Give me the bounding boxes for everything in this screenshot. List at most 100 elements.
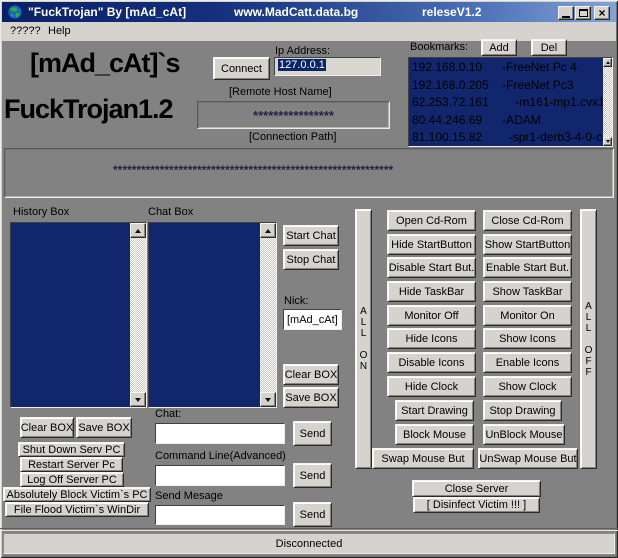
status-text: Disconnected	[276, 538, 343, 550]
hide-icons-button[interactable]: Hide Icons	[387, 328, 476, 349]
ip-address-label: Ip Address:	[275, 45, 330, 57]
disinfect-victim-button[interactable]: [ Disinfect Victim !!! ]	[413, 497, 540, 513]
history-save-box-button[interactable]: Save BOX	[76, 417, 132, 438]
scroll-up-icon[interactable]	[130, 223, 146, 238]
menu-bar: ????? Help	[2, 22, 616, 41]
history-clear-box-button[interactable]: Clear BOX	[20, 417, 74, 438]
ip-address-input[interactable]: 127.0.0.1	[274, 57, 381, 76]
close-cdrom-button[interactable]: Close Cd-Rom	[483, 210, 572, 231]
shutdown-button[interactable]: Shut Down Serv PC	[18, 442, 125, 457]
stop-chat-button[interactable]: Stop Chat	[283, 249, 339, 270]
bookmark-item[interactable]: 80.44.246.69 -ADAM	[412, 112, 612, 130]
maximize-button[interactable]	[575, 6, 591, 20]
show-startbutton-button[interactable]: Show StartButton	[483, 234, 572, 255]
command-send-button[interactable]: Send	[293, 463, 332, 488]
scroll-track[interactable]	[260, 238, 276, 392]
chat-input-label: Chat:	[155, 408, 181, 420]
chat-save-box-button[interactable]: Save BOX	[283, 387, 339, 408]
scroll-down-icon[interactable]	[603, 137, 612, 146]
show-clock-button[interactable]: Show Clock	[483, 376, 572, 397]
history-box-label: History Box	[13, 206, 69, 218]
nick-input[interactable]	[283, 309, 342, 330]
send-message-input[interactable]	[155, 505, 285, 525]
start-drawing-button[interactable]: Start Drawing	[395, 400, 474, 421]
scroll-down-icon[interactable]	[260, 392, 276, 407]
swap-mouse-button[interactable]: Swap Mouse But	[372, 448, 474, 469]
bookmark-add-button[interactable]: Add	[481, 39, 517, 56]
remote-host-mask: ****************	[253, 108, 334, 123]
chat-box-label: Chat Box	[148, 206, 193, 218]
enable-icons-button[interactable]: Enable Icons	[483, 352, 572, 373]
show-icons-button[interactable]: Show Icons	[483, 328, 572, 349]
ip-address-value: 127.0.0.1	[278, 59, 326, 71]
window-title-site: www.MadCatt.data.bg	[234, 5, 358, 19]
app-window: "FuckTrojan" By [mAd_cAt] www.MadCatt.da…	[0, 0, 618, 558]
bookmarks-list[interactable]: 192.168.0.10 -FreeNet Pc 4 - 192.168.0.2…	[408, 57, 613, 147]
monitor-on-button[interactable]: Monitor On	[483, 305, 572, 326]
bookmark-item[interactable]: 192.168.0.10 -FreeNet Pc 4 -	[412, 59, 612, 77]
hide-startbutton-button[interactable]: Hide StartButton	[387, 234, 476, 255]
scroll-up-icon[interactable]	[603, 58, 612, 67]
connection-path-box: ****************************************…	[4, 148, 614, 198]
close-icon: ×	[598, 8, 605, 18]
chat-input[interactable]	[155, 423, 285, 444]
connection-path-stars: ****************************************…	[113, 163, 393, 177]
disable-icons-button[interactable]: Disable Icons	[387, 352, 476, 373]
show-taskbar-button[interactable]: Show TaskBar	[483, 281, 572, 302]
chat-box[interactable]	[148, 222, 277, 408]
minimize-button[interactable]	[558, 6, 574, 20]
remote-host-box: ****************	[197, 101, 390, 129]
close-button[interactable]: ×	[594, 6, 610, 20]
enable-start-button[interactable]: Enable Start But.	[483, 257, 572, 278]
window-title-version: releseV1.2	[422, 5, 481, 19]
status-bar: Disconnected	[3, 533, 615, 554]
scroll-track[interactable]	[603, 67, 612, 137]
logoff-button[interactable]: Log Off Server PC	[20, 472, 124, 487]
disable-start-button[interactable]: Disable Start But.	[387, 257, 476, 278]
command-line-input[interactable]	[155, 465, 285, 486]
unblock-mouse-button[interactable]: UnBlock Mouse	[483, 424, 565, 445]
all-on-button[interactable]: A L L O N	[355, 209, 372, 469]
history-box[interactable]	[10, 222, 147, 408]
connection-path-label: [Connection Path]	[249, 131, 336, 143]
open-cdrom-button[interactable]: Open Cd-Rom	[387, 210, 476, 231]
status-divider	[0, 528, 618, 531]
monitor-off-button[interactable]: Monitor Off	[387, 305, 476, 326]
menu-item-about[interactable]: ?????	[10, 25, 41, 37]
stop-drawing-button[interactable]: Stop Drawing	[483, 400, 562, 421]
maximize-icon	[579, 9, 588, 17]
bookmark-item[interactable]: 81.100.15.82 -spr1-derb3-4-0-cust82.r	[412, 129, 612, 147]
remote-host-label: [Remote Host Name]	[229, 86, 332, 98]
block-mouse-button[interactable]: Block Mouse	[395, 424, 474, 445]
nick-label: Nick:	[284, 295, 308, 307]
app-title-line2: FuckTrojan1.2	[4, 96, 173, 123]
history-scrollbar[interactable]	[130, 223, 146, 407]
bookmark-item[interactable]: 62.253.72.161 -m161-mp1.cvx1-b.bre	[412, 94, 612, 112]
bookmarks-label: Bookmarks:	[410, 41, 468, 53]
restart-button[interactable]: Restart Server Pc	[20, 457, 123, 472]
hide-clock-button[interactable]: Hide Clock	[387, 376, 476, 397]
menu-item-help[interactable]: Help	[48, 25, 71, 37]
file-flood-button[interactable]: File Flood Victim`s WinDir	[5, 502, 149, 517]
bookmarks-scrollbar[interactable]	[603, 58, 612, 146]
message-send-button[interactable]: Send	[293, 502, 332, 527]
bookmark-del-button[interactable]: Del	[531, 39, 567, 56]
window-title: "FuckTrojan" By [mAd_cAt]	[28, 5, 186, 19]
connect-button[interactable]: Connect	[213, 57, 270, 80]
close-server-button[interactable]: Close Server	[412, 480, 541, 497]
start-chat-button[interactable]: Start Chat	[283, 225, 339, 246]
command-line-label: Command Line(Advanced)	[155, 450, 286, 462]
send-message-label: Send Mesage	[155, 490, 223, 502]
hide-taskbar-button[interactable]: Hide TaskBar	[387, 281, 476, 302]
chat-clear-box-button[interactable]: Clear BOX	[283, 364, 339, 385]
scroll-track[interactable]	[130, 238, 146, 392]
scroll-down-icon[interactable]	[130, 392, 146, 407]
unswap-mouse-button[interactable]: UnSwap Mouse But	[478, 448, 578, 469]
all-off-button[interactable]: A L L O F F	[580, 209, 597, 469]
minimize-icon	[562, 16, 570, 18]
chat-send-button[interactable]: Send	[293, 421, 332, 446]
scroll-up-icon[interactable]	[260, 223, 276, 238]
block-victim-button[interactable]: Absolutely Block Victim`s PC	[3, 487, 151, 502]
chat-scrollbar[interactable]	[260, 223, 276, 407]
bookmark-item[interactable]: 192.168.0.205 -FreeNet Pc3 -	[412, 77, 612, 95]
